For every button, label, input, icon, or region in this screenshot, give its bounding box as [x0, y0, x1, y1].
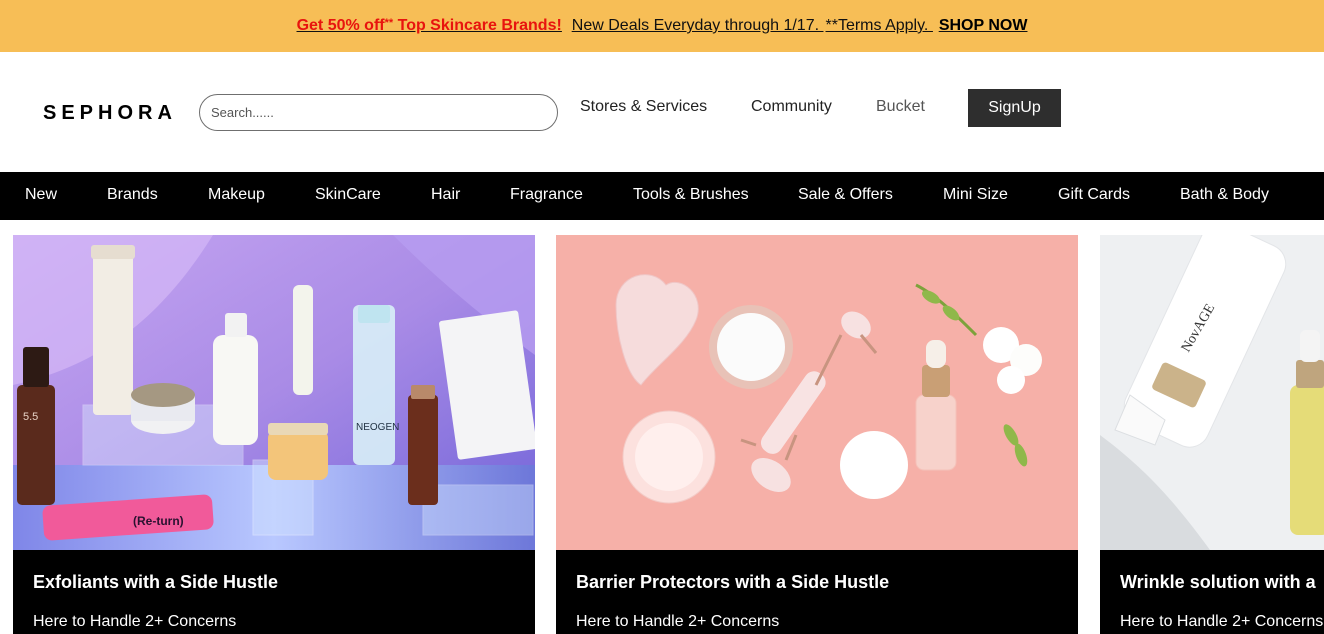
bucket-link[interactable]: Bucket: [876, 98, 925, 116]
card-subtitle: Here to Handle 2+ Concerns: [1120, 613, 1324, 630]
nav-item-fragrance[interactable]: Fragrance: [510, 186, 583, 204]
card-title: Barrier Protectors with a Side Hustle: [576, 572, 890, 592]
serum-label: 5.5: [23, 411, 38, 423]
nav-item-skincare[interactable]: SkinCare: [315, 186, 381, 204]
stores-services-link[interactable]: Stores & Services: [580, 98, 707, 116]
bottle-brand-label: NEOGEN: [356, 422, 399, 433]
site-header: SEPHORA Stores & Services Community Buck…: [0, 52, 1324, 172]
category-nav: New Brands Makeup SkinCare Hair Fragranc…: [0, 172, 1324, 220]
skincare-products-image: 5.5 NEOGEN (Re-turn): [13, 235, 535, 550]
card-caption: Barrier Protectors with a Side Hustle He…: [556, 550, 1078, 634]
nav-item-brands[interactable]: Brands: [107, 186, 158, 204]
card-caption: Wrinkle solution with a Here to Handle 2…: [1100, 550, 1324, 634]
search-input[interactable]: [199, 94, 558, 131]
promo-highlight: Get 50% off** Top Skincare Brands!: [296, 17, 562, 34]
shop-now-link[interactable]: SHOP NOW: [939, 17, 1028, 34]
tube-label: (Re-turn): [133, 514, 184, 528]
logo[interactable]: SEPHORA: [43, 102, 177, 125]
promo-card-barrier-protectors[interactable]: Barrier Protectors with a Side Hustle He…: [556, 235, 1078, 634]
nav-item-bath-body[interactable]: Bath & Body: [1180, 186, 1269, 204]
promo-card-wrinkle-solution[interactable]: NovAGE Wrinkle solution with a Here to H…: [1100, 235, 1324, 634]
face-roller-image: [556, 235, 1078, 550]
promo-deals: New Deals Everyday through 1/17.: [571, 17, 820, 34]
nav-item-gift-cards[interactable]: Gift Cards: [1058, 186, 1130, 204]
cleansing-bottles-image: NovAGE: [1100, 235, 1324, 550]
community-link[interactable]: Community: [751, 98, 832, 116]
card-title: Exfoliants with a Side Hustle: [33, 572, 279, 592]
nav-item-tools-brushes[interactable]: Tools & Brushes: [633, 186, 749, 204]
nav-item-new[interactable]: New: [25, 186, 57, 204]
nav-item-mini-size[interactable]: Mini Size: [943, 186, 1008, 204]
signup-button[interactable]: SignUp: [968, 89, 1061, 127]
promo-card-exfoliants[interactable]: 5.5 NEOGEN (Re-turn) Exfoliants with a S…: [13, 235, 535, 634]
nav-item-makeup[interactable]: Makeup: [208, 186, 265, 204]
card-title: Wrinkle solution with a: [1120, 572, 1316, 592]
promo-link[interactable]: Get 50% off** Top Skincare Brands! New De…: [297, 17, 1028, 35]
nav-item-sale-offers[interactable]: Sale & Offers: [798, 186, 893, 204]
nav-item-hair[interactable]: Hair: [431, 186, 460, 204]
promo-banner[interactable]: Get 50% off** Top Skincare Brands! New De…: [0, 0, 1324, 52]
card-subtitle: Here to Handle 2+ Concerns: [576, 613, 780, 630]
card-subtitle: Here to Handle 2+ Concerns: [33, 613, 237, 630]
card-caption: Exfoliants with a Side Hustle Here to Ha…: [13, 550, 535, 634]
promo-terms: **Terms Apply.: [825, 17, 929, 34]
